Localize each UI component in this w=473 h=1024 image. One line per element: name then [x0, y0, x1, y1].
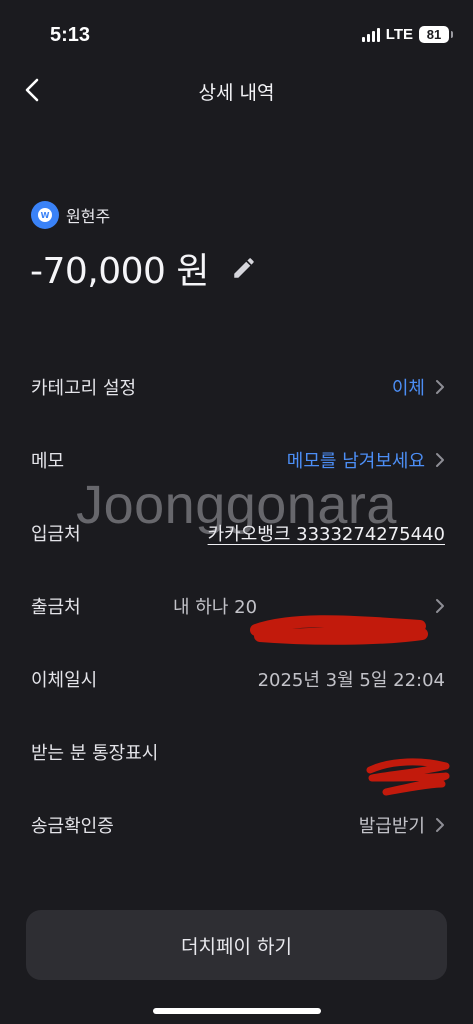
account-header: W 원현주 — [31, 201, 110, 229]
certificate-value: 발급받기 — [358, 815, 425, 837]
transfer-date-value: 2025년 3월 5일 22:04 — [257, 669, 445, 691]
transaction-amount: -70,000 원 — [30, 251, 210, 292]
withdraw-from-label: 출금처 — [31, 596, 81, 618]
deposit-to-label: 입금처 — [31, 523, 81, 545]
memo-value-wrap: 메모를 남겨보세요 — [287, 447, 445, 473]
account-name: 원현주 — [66, 207, 111, 226]
pencil-icon — [234, 258, 254, 278]
signal-icon — [361, 27, 380, 42]
chevron-right-icon — [436, 598, 444, 613]
deposit-to-row: 입금처 카카오뱅크 3333274275440 — [0, 496, 473, 569]
withdraw-from-row[interactable]: 출금처 내 하나 20 — [0, 569, 473, 642]
memo-value: 메모를 남겨보세요 — [286, 450, 425, 472]
chevron-right-icon — [436, 379, 444, 394]
memo-label: 메모 — [31, 450, 65, 472]
chevron-right-icon — [436, 817, 444, 832]
status-time: 5:13 — [50, 24, 91, 46]
bank-logo-icon: W — [31, 201, 59, 229]
withdraw-from-value: 내 하나 20 — [173, 596, 258, 618]
page-title: 상세 내역 — [198, 82, 275, 104]
certificate-value-wrap: 발급받기 — [359, 812, 445, 838]
certificate-label: 송금확인증 — [31, 815, 114, 837]
category-row[interactable]: 카테고리 설정 이체 — [0, 350, 473, 423]
home-indicator — [153, 1008, 321, 1014]
bank-logo-letter: W — [38, 208, 52, 222]
battery-icon: 81 — [419, 26, 453, 43]
network-label: LTE — [385, 26, 413, 43]
battery-level: 81 — [426, 27, 442, 42]
status-bar: 5:13 LTE 81 — [0, 0, 473, 60]
withdraw-from-value-wrap: 내 하나 20 — [173, 593, 445, 619]
deposit-to-value-wrap: 카카오뱅크 3333274275440 — [208, 520, 445, 546]
memo-row[interactable]: 메모 메모를 남겨보세요 — [0, 423, 473, 496]
transfer-date-value-wrap: 2025년 3월 5일 22:04 — [258, 666, 445, 692]
transfer-date-label: 이체일시 — [31, 669, 98, 691]
deposit-to-account-link[interactable]: 카카오뱅크 3333274275440 — [208, 520, 445, 546]
recipient-display-label: 받는 분 통장표시 — [31, 742, 159, 764]
status-indicators: LTE 81 — [361, 26, 453, 43]
edit-amount-button[interactable] — [229, 253, 259, 283]
nav-bar: 상세 내역 — [0, 64, 473, 116]
category-value: 이체 — [391, 377, 425, 399]
certificate-row[interactable]: 송금확인증 발급받기 — [0, 788, 473, 861]
category-value-wrap: 이체 — [392, 374, 445, 400]
transfer-date-row: 이체일시 2025년 3월 5일 22:04 — [0, 642, 473, 715]
chevron-right-icon — [436, 452, 444, 467]
dutch-pay-button[interactable]: 더치페이 하기 — [26, 910, 447, 980]
recipient-display-row[interactable]: 받는 분 통장표시 — [0, 715, 473, 788]
detail-list: 카테고리 설정 이체 메모 메모를 남겨보세요 입금처 카카오뱅크 333327… — [0, 350, 473, 861]
category-label: 카테고리 설정 — [31, 377, 137, 399]
amount-row: -70,000 원 — [30, 242, 259, 294]
